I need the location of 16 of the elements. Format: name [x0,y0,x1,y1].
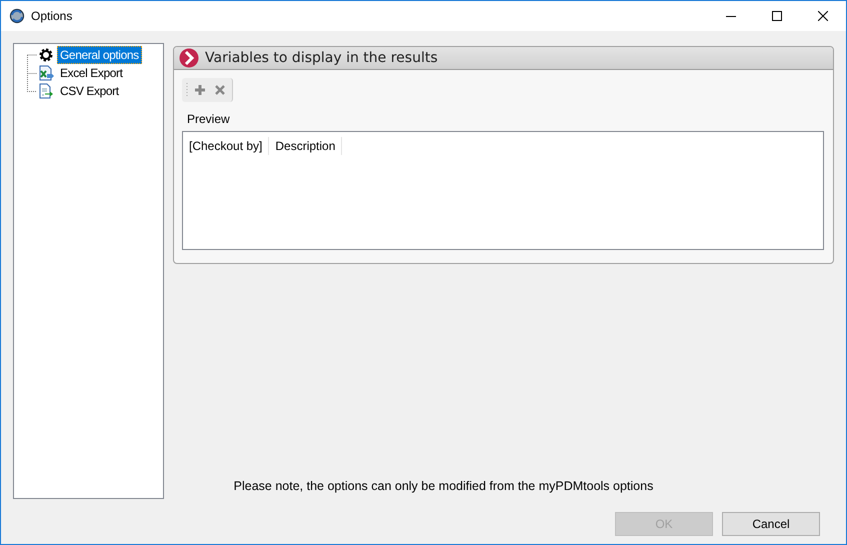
tree-item[interactable]: Excel Export [57,64,126,82]
column-header: Description [269,137,342,155]
note-text: Please note, the options can only be modified from the myPDMtools options [234,479,654,493]
app-icon [9,8,25,24]
panel-title: Variables to display in the results [205,50,438,66]
tree-item[interactable]: CSV Export [57,82,122,100]
close-icon [818,11,828,21]
spreadsheet-icon [38,65,54,81]
preview-label: Preview [187,112,231,126]
maximize-icon [772,11,782,21]
dialog-button[interactable]: Cancel [722,512,820,536]
column-header: [Checkout by] [183,137,270,155]
gear-icon [38,47,54,63]
document-arrow-icon [38,83,54,99]
tree-item[interactable]: General options [57,46,142,64]
window-title: Options [31,9,72,23]
